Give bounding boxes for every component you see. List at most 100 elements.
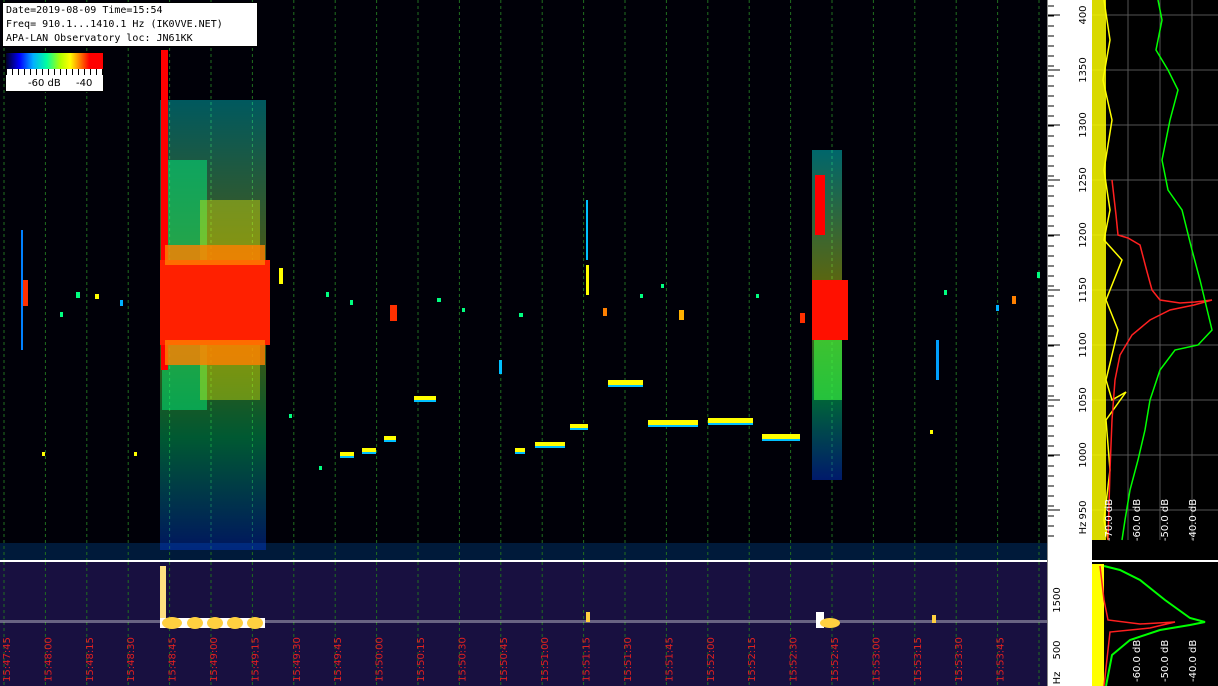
meteor-streak-halo [570, 428, 588, 430]
time-label: 15:52:00 [706, 637, 717, 682]
lower-db-labels: -60.0 dB -50.0 dB -40.0 dB [1132, 640, 1199, 682]
meteor-streak-halo [384, 440, 396, 442]
time-label: 15:53:45 [996, 637, 1007, 682]
meteor-echo [944, 290, 947, 295]
color-scale: -60 dB -40 [5, 52, 104, 92]
time-label: 15:49:15 [250, 637, 261, 682]
meteor-echo [603, 308, 607, 316]
spectrum-db-label: -70.0 dB [1104, 499, 1115, 541]
freq-label: 1100 [1078, 332, 1089, 357]
panel-separator-horizontal [0, 560, 1218, 562]
meteor-echo [640, 294, 643, 298]
lower-db-label: -50.0 dB [1160, 640, 1171, 682]
time-label: 15:50:30 [457, 637, 468, 682]
meteor-echo [134, 452, 137, 456]
meteor-echo [1012, 296, 1016, 304]
time-label: 15:52:15 [747, 637, 758, 682]
spectrum-db-label: -40.0 dB [1188, 499, 1199, 541]
time-label: 15:53:30 [954, 637, 965, 682]
meteor-echo [1037, 272, 1040, 278]
meteor-echo [437, 298, 441, 302]
lower-freq-label: 1500 [1052, 587, 1063, 612]
time-label: 15:47:45 [2, 637, 13, 682]
freq-label: 1000 [1078, 442, 1089, 467]
time-label: 15:52:45 [830, 637, 841, 682]
time-label: 15:50:00 [375, 637, 386, 682]
time-label: 15:48:45 [168, 637, 179, 682]
time-label: 15:50:45 [499, 637, 510, 682]
freq-label: 1350 [1078, 57, 1089, 82]
meteor-echo [661, 284, 664, 288]
freq-unit-label: Hz [1078, 522, 1089, 535]
meteor-echo [756, 294, 759, 298]
lower-db-label: -60.0 dB [1132, 640, 1143, 682]
meteor-echo [586, 200, 588, 260]
meteor-streak-halo [515, 452, 525, 454]
time-label: 15:51:30 [623, 637, 634, 682]
meteor-streak [414, 396, 436, 400]
freq-label: 1150 [1078, 277, 1089, 302]
freq-label: 400 [1078, 5, 1089, 24]
panel-separator-vertical [1047, 0, 1048, 686]
meteor-echo [95, 294, 99, 299]
meteor-echo [21, 230, 23, 350]
header-frequency: Freq= 910.1...1410.1 Hz (IK0VVE.NET) [6, 19, 223, 30]
meteor-echo [679, 310, 684, 320]
time-label: 15:53:00 [871, 637, 882, 682]
spectrogram-display: 15:47:45 15:48:00 15:48:15 15:48:30 15:48:45… [0, 0, 1218, 686]
lower-waterfall-panel [0, 562, 1048, 686]
time-label: 15:51:15 [582, 637, 593, 682]
meteor-echo [350, 300, 353, 305]
time-label: 15:52:30 [789, 637, 800, 682]
lower-freq-axis-strip [1048, 562, 1092, 686]
color-scale-low-label: -60 dB [28, 78, 61, 89]
freq-label: 1300 [1078, 112, 1089, 137]
color-scale-gradient [6, 53, 103, 69]
meteor-streak-halo [340, 456, 354, 458]
time-label: 15:48:15 [85, 637, 96, 682]
freq-label: 950 [1078, 500, 1089, 519]
meteor-streak [762, 434, 800, 439]
meteor-echo [289, 414, 292, 418]
color-scale-high-label: -40 [76, 78, 93, 89]
meteor-echo [42, 452, 45, 456]
meteor-echo [76, 292, 80, 298]
meteor-streak [384, 436, 396, 440]
meteor-echo [930, 430, 933, 434]
header-date-time: Date=2019-08-09 Time=15:54 [6, 5, 163, 16]
info-header: Date=2019-08-09 Time=15:54 Freq= 910.1..… [2, 2, 258, 47]
lower-db-label: -40.0 dB [1188, 640, 1199, 682]
time-label: 15:49:30 [292, 637, 303, 682]
meteor-echo [326, 292, 329, 297]
meteor-echo [800, 313, 805, 323]
meteor-streak [608, 380, 643, 385]
meteor-echo [390, 305, 397, 321]
meteor-echo [279, 268, 283, 284]
meteor-streak [708, 418, 753, 423]
meteor-streak [362, 448, 376, 452]
freq-label: 1200 [1078, 222, 1089, 247]
color-scale-ticks [6, 69, 103, 75]
meteor-streak-halo [762, 439, 800, 441]
event-large-left [160, 50, 270, 550]
meteor-echo [936, 340, 939, 380]
meteor-echo [462, 308, 465, 312]
spectrum-db-label: -50.0 dB [1160, 499, 1171, 541]
spectrum-db-label: -60.0 dB [1132, 499, 1143, 541]
waterfall-bottom-band [0, 543, 1048, 561]
freq-label: 1050 [1078, 387, 1089, 412]
meteor-streak [648, 420, 698, 425]
header-location: APA-LAN Observatory loc: JN61KK [6, 33, 193, 44]
lower-freq-unit-label: Hz [1052, 672, 1063, 685]
meteor-streak [515, 448, 525, 452]
meteor-echo [60, 312, 63, 317]
freq-label: 1250 [1078, 167, 1089, 192]
meteor-echo [519, 313, 523, 317]
time-label: 15:49:00 [209, 637, 220, 682]
meteor-echo [120, 300, 123, 306]
meteor-echo [586, 265, 589, 295]
meteor-streak-halo [362, 452, 376, 454]
meteor-streak [535, 442, 565, 446]
meteor-streak-halo [708, 423, 753, 425]
meteor-streak-halo [414, 400, 436, 402]
